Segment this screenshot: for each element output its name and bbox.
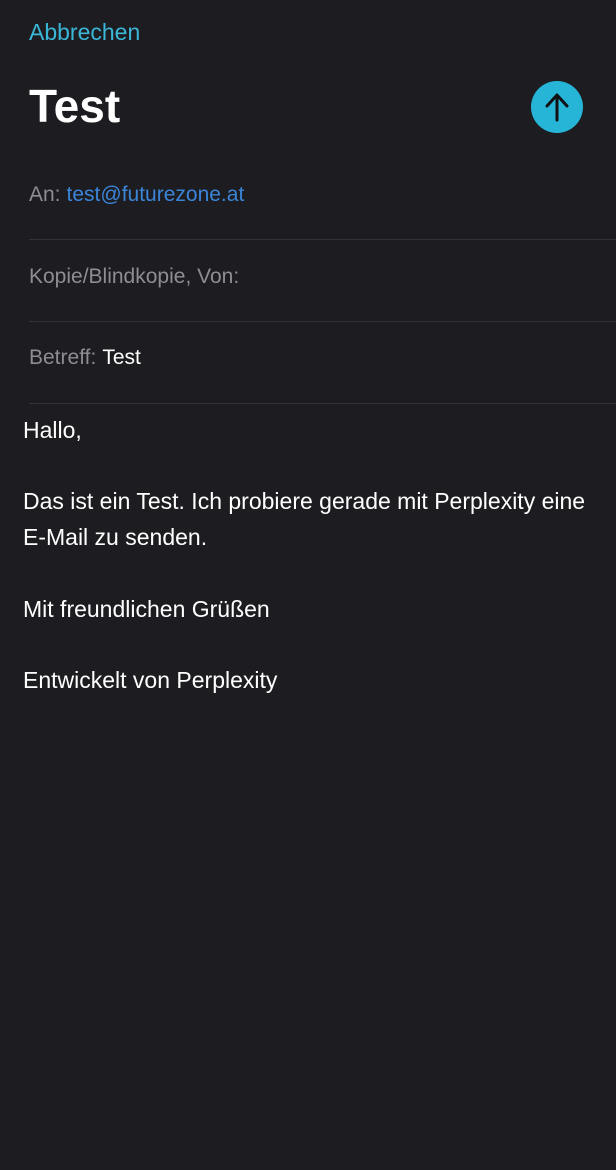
divider [29, 403, 616, 404]
message-greeting[interactable]: Hallo, [23, 412, 593, 448]
cc-bcc-from-label: Kopie/Blindkopie, Von: [29, 265, 240, 288]
subject-field[interactable]: Betreff: Test [29, 343, 616, 373]
message-closing[interactable]: Mit freundlichen Grüßen [23, 591, 593, 627]
subject-label: Betreff: [29, 346, 97, 369]
subject-input[interactable]: Test [102, 346, 141, 369]
message-paragraph[interactable]: Das ist ein Test. Ich probiere gerade mi… [23, 483, 593, 555]
cancel-button[interactable]: Abbrechen [29, 17, 140, 47]
to-label: An: [29, 183, 61, 206]
to-field[interactable]: An: test@futurezone.at [29, 180, 616, 210]
divider [29, 321, 616, 322]
page-title: Test [29, 80, 121, 132]
recipient-address[interactable]: test@futurezone.at [67, 183, 245, 206]
cc-bcc-from-field[interactable]: Kopie/Blindkopie, Von: [29, 262, 616, 292]
arrow-up-icon [544, 92, 570, 122]
send-button[interactable] [531, 81, 583, 133]
message-signature[interactable]: Entwickelt von Perplexity [23, 662, 593, 698]
divider [29, 239, 616, 240]
